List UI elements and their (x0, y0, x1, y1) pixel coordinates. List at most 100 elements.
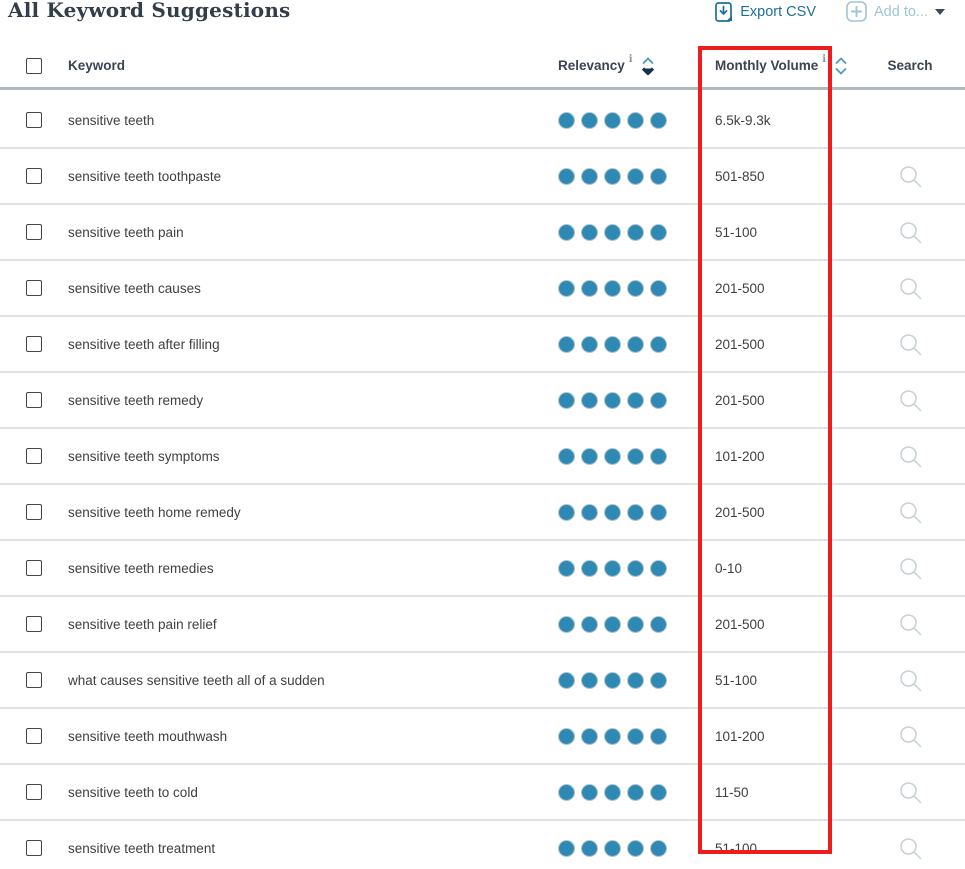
relevancy-sort-icon[interactable] (640, 55, 656, 77)
keyword-text: sensitive teeth remedy (68, 393, 203, 408)
row-checkbox[interactable] (26, 840, 42, 856)
relevancy-dots (545, 224, 680, 241)
search-icon[interactable] (898, 612, 922, 636)
monthly-volume-value: 51-100 (715, 673, 757, 688)
monthly-volume-sort-icon[interactable] (833, 55, 849, 77)
row-checkbox[interactable] (26, 616, 42, 632)
relevancy-dot (604, 560, 621, 577)
relevancy-dot (604, 112, 621, 129)
keyword-text: sensitive teeth home remedy (68, 505, 241, 520)
relevancy-dot (627, 672, 644, 689)
relevancy-dot (581, 448, 598, 465)
search-icon[interactable] (898, 724, 922, 748)
select-all-checkbox[interactable] (26, 58, 42, 74)
search-icon[interactable] (898, 164, 922, 188)
search-icon[interactable] (898, 836, 922, 860)
row-checkbox[interactable] (26, 224, 42, 240)
relevancy-dot (558, 448, 575, 465)
relevancy-dot (650, 672, 667, 689)
monthly-volume-value: 201-500 (715, 505, 765, 520)
relevancy-dot (581, 728, 598, 745)
row-checkbox[interactable] (26, 672, 42, 688)
row-checkbox[interactable] (26, 392, 42, 408)
relevancy-dot (650, 392, 667, 409)
relevancy-info-icon[interactable]: i (629, 54, 633, 65)
relevancy-dot (604, 504, 621, 521)
table-row: sensitive teeth to cold 11-50 (0, 765, 965, 821)
relevancy-dot (558, 504, 575, 521)
relevancy-dot (650, 728, 667, 745)
relevancy-dot (627, 224, 644, 241)
row-checkbox[interactable] (26, 280, 42, 296)
search-icon[interactable] (898, 220, 922, 244)
relevancy-dot (558, 224, 575, 241)
relevancy-dot (558, 840, 575, 857)
download-document-icon (715, 2, 732, 22)
relevancy-dot (627, 840, 644, 857)
search-icon[interactable] (898, 444, 922, 468)
relevancy-dot (558, 336, 575, 353)
relevancy-dot (650, 616, 667, 633)
row-checkbox[interactable] (26, 112, 42, 128)
search-icon[interactable] (898, 276, 922, 300)
row-checkbox[interactable] (26, 448, 42, 464)
relevancy-dot (558, 280, 575, 297)
row-checkbox[interactable] (26, 560, 42, 576)
table-row: sensitive teeth remedy 201-500 (0, 373, 965, 429)
search-icon[interactable] (898, 500, 922, 524)
relevancy-dots (545, 392, 680, 409)
export-csv-button[interactable]: Export CSV (715, 2, 816, 22)
relevancy-dot (558, 560, 575, 577)
monthly-volume-info-icon[interactable]: i (822, 54, 826, 65)
relevancy-dots (545, 840, 680, 857)
row-checkbox[interactable] (26, 728, 42, 744)
relevancy-dot (604, 224, 621, 241)
search-icon[interactable] (898, 668, 922, 692)
relevancy-dot (627, 168, 644, 185)
keyword-text: sensitive teeth pain (68, 225, 184, 240)
toolbar: Export CSV Add to... (715, 1, 945, 22)
relevancy-dot (581, 280, 598, 297)
relevancy-dots (545, 168, 680, 185)
search-icon[interactable] (898, 780, 922, 804)
table-row: sensitive teeth causes 201-500 (0, 261, 965, 317)
row-checkbox[interactable] (26, 168, 42, 184)
relevancy-dots (545, 728, 680, 745)
monthly-volume-value: 11-50 (715, 785, 749, 800)
relevancy-dot (581, 336, 598, 353)
table-body: sensitive teeth 6.5k-9.3k sensitive teet… (0, 93, 965, 869)
relevancy-dot (581, 784, 598, 801)
relevancy-dot (627, 728, 644, 745)
relevancy-dot (650, 224, 667, 241)
relevancy-dot (650, 784, 667, 801)
search-icon[interactable] (898, 556, 922, 580)
relevancy-dot (650, 504, 667, 521)
relevancy-dot (650, 168, 667, 185)
table-row: sensitive teeth 6.5k-9.3k (0, 93, 965, 149)
table-row: sensitive teeth pain relief 201-500 (0, 597, 965, 653)
relevancy-dot (581, 504, 598, 521)
relevancy-dots (545, 672, 680, 689)
search-icon[interactable] (898, 332, 922, 356)
relevancy-dot (581, 112, 598, 129)
search-icon[interactable] (898, 388, 922, 412)
relevancy-dots (545, 336, 680, 353)
table-row: sensitive teeth treatment 51-100 (0, 821, 965, 869)
relevancy-dots (545, 784, 680, 801)
row-checkbox[interactable] (26, 784, 42, 800)
column-header-keyword: Keyword (68, 58, 125, 73)
keyword-text: sensitive teeth remedies (68, 561, 214, 576)
relevancy-dot (650, 112, 667, 129)
row-checkbox[interactable] (26, 336, 42, 352)
add-to-button[interactable]: Add to... (846, 1, 945, 22)
monthly-volume-value: 201-500 (715, 617, 765, 632)
table-row: what causes sensitive teeth all of a sud… (0, 653, 965, 709)
row-checkbox[interactable] (26, 504, 42, 520)
relevancy-dot (581, 168, 598, 185)
relevancy-dot (604, 168, 621, 185)
table-row: sensitive teeth remedies 0-10 (0, 541, 965, 597)
relevancy-dot (604, 448, 621, 465)
table-row: sensitive teeth toothpaste 501-850 (0, 149, 965, 205)
relevancy-dot (604, 728, 621, 745)
column-header-search: Search (887, 58, 932, 73)
